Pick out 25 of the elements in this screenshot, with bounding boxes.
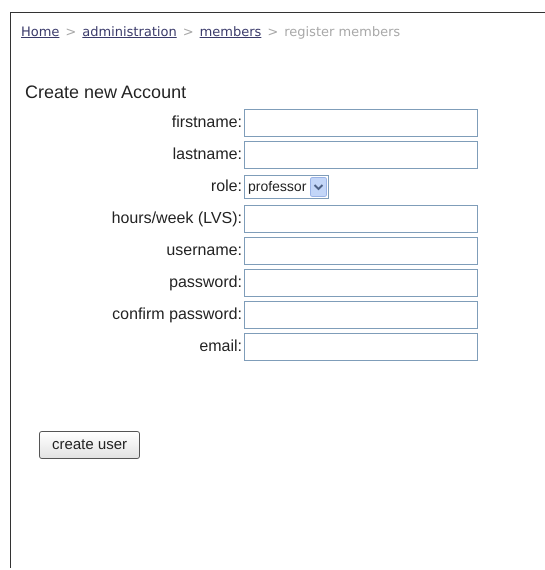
field-label: role: (210, 176, 243, 196)
breadcrumb-link[interactable]: members (200, 25, 262, 40)
role-dropdown[interactable]: professor (244, 174, 330, 198)
field-label: lastname: (172, 144, 243, 164)
breadcrumb-separator: > (182, 25, 194, 40)
input-field[interactable] (244, 236, 478, 264)
form-title: Create new Account (25, 80, 188, 102)
breadcrumb-link[interactable]: Home (21, 25, 60, 40)
field-label: password: (168, 272, 243, 292)
field-label: firstname: (170, 112, 243, 132)
breadcrumb-link[interactable]: administration (82, 25, 177, 40)
create-user-button[interactable]: create user (39, 430, 140, 459)
breadcrumb-separator: > (65, 25, 76, 40)
breadcrumb-separator: > (267, 25, 278, 40)
field-label: confirm password: (111, 304, 243, 324)
input-field[interactable] (244, 300, 478, 328)
field-label: email: (198, 336, 243, 356)
input-field[interactable] (244, 332, 478, 360)
field-label: username: (165, 240, 243, 260)
input-field[interactable] (244, 108, 478, 136)
input-field[interactable] (244, 204, 478, 232)
input-field[interactable] (244, 268, 478, 296)
field-label: hours/week (LVS): (110, 208, 243, 228)
input-field[interactable] (244, 140, 478, 168)
breadcrumb-current: register members (284, 25, 400, 40)
